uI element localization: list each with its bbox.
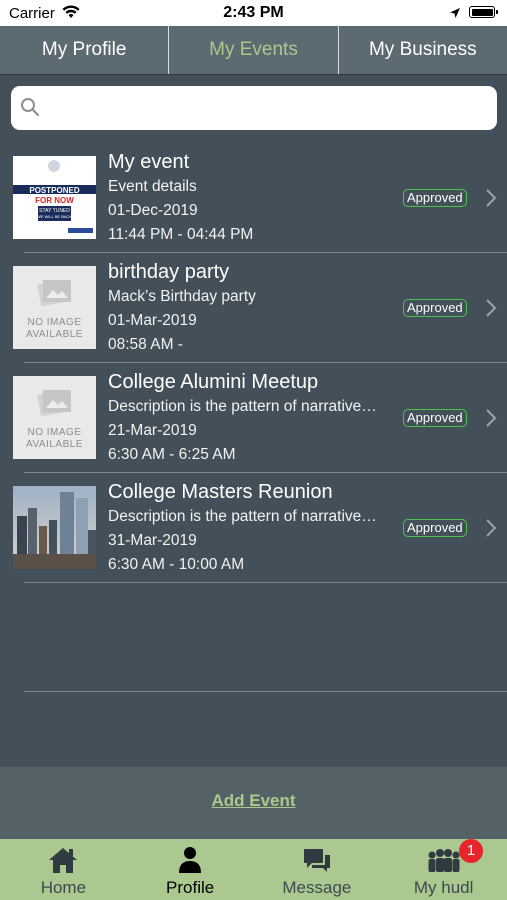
event-title: College Masters Reunion	[108, 481, 333, 503]
no-image-text-1: NO IMAGE	[27, 317, 82, 328]
bottom-tab-bar: Home Profile Message My hudl	[0, 839, 507, 900]
tabbar-item-message[interactable]: Message	[254, 839, 381, 900]
chevron-right-icon	[486, 189, 497, 207]
tabbar-item-my-hudl[interactable]: My hudl	[380, 839, 507, 900]
row-divider	[24, 691, 507, 692]
add-event-bar: Add Event	[0, 767, 507, 839]
clock: 2:43 PM	[223, 4, 284, 21]
chevron-right-icon	[486, 299, 497, 317]
event-date: 21-Mar-2019	[108, 422, 197, 439]
status-badge: Approved	[403, 409, 467, 427]
tab-my-events[interactable]: My Events	[169, 26, 339, 74]
location-arrow-icon	[449, 6, 461, 24]
poster-text-1: POSTPONED	[29, 186, 80, 195]
status-bar: Carrier 2:43 PM	[0, 0, 507, 26]
notification-badge: 1	[459, 839, 483, 863]
tabbar-label-profile: Profile	[166, 878, 215, 897]
status-badge: Approved	[403, 519, 467, 537]
tab-my-business[interactable]: My Business	[339, 26, 507, 74]
no-image-text-2: AVAILABLE	[26, 329, 83, 340]
no-image-text-2: AVAILABLE	[26, 439, 83, 450]
row-divider	[24, 582, 507, 583]
home-icon	[49, 848, 78, 873]
event-date: 01-Mar-2019	[108, 312, 197, 329]
add-event-button[interactable]: Add Event	[0, 791, 507, 811]
search-input[interactable]	[47, 94, 491, 124]
segment-tabs: My Profile My Events My Business	[0, 26, 507, 75]
event-title: My event	[108, 151, 190, 173]
event-time: 08:58 AM -	[108, 336, 183, 353]
no-image-text-1: NO IMAGE	[27, 427, 82, 438]
event-time: 6:30 AM - 6:25 AM	[108, 446, 236, 463]
status-badge: Approved	[403, 189, 467, 207]
event-description: Description is the pattern of narrative…	[108, 508, 377, 525]
event-row[interactable]: POSTPONED FOR NOW STAY TUNED WE WILL BE …	[0, 143, 507, 253]
tabbar-label-my-hudl: My hudl	[413, 878, 474, 897]
status-badge: Approved	[403, 299, 467, 317]
poster-text-2: FOR NOW	[35, 196, 74, 205]
tabbar-label-message: Message	[282, 878, 352, 897]
event-time: 6:30 AM - 10:00 AM	[108, 556, 245, 573]
event-date: 31-Mar-2019	[108, 532, 197, 549]
event-title: birthday party	[108, 261, 230, 283]
event-description: Mack’s Birthday party	[108, 288, 256, 305]
tabbar-item-home[interactable]: Home	[0, 839, 127, 900]
event-description: Description is the pattern of narrative…	[108, 398, 377, 415]
event-row[interactable]: NO IMAGE AVAILABLE College Alumini Meetu…	[0, 363, 507, 473]
profile-icon	[179, 847, 202, 873]
event-row[interactable]: College Masters Reunion Description is t…	[0, 473, 507, 583]
message-icon	[303, 849, 330, 872]
search-bar	[0, 75, 507, 142]
battery-icon	[469, 6, 498, 18]
search-field[interactable]	[11, 86, 497, 130]
event-description: Event details	[108, 178, 197, 195]
poster-text-4: WE WILL BE BACK	[36, 214, 73, 219]
event-row[interactable]: NO IMAGE AVAILABLE birthday party Mack’s…	[0, 253, 507, 363]
event-time: 11:44 PM - 04:44 PM	[108, 226, 254, 243]
events-list: POSTPONED FOR NOW STAY TUNED WE WILL BE …	[0, 143, 507, 767]
tabbar-item-profile[interactable]: Profile	[127, 839, 254, 900]
event-thumbnail	[13, 486, 96, 569]
event-thumbnail: NO IMAGE AVAILABLE	[13, 376, 96, 459]
event-thumbnail: POSTPONED FOR NOW STAY TUNED WE WILL BE …	[13, 156, 96, 239]
tab-my-profile[interactable]: My Profile	[0, 26, 170, 74]
chevron-right-icon	[486, 519, 497, 537]
event-date: 01-Dec-2019	[108, 202, 198, 219]
group-icon	[428, 849, 460, 872]
event-thumbnail: NO IMAGE AVAILABLE	[13, 266, 96, 349]
tabbar-label-home: Home	[40, 878, 87, 897]
city-skyline-image	[13, 486, 96, 569]
search-icon	[21, 98, 40, 117]
chevron-right-icon	[486, 409, 497, 427]
event-title: College Alumini Meetup	[108, 371, 319, 393]
